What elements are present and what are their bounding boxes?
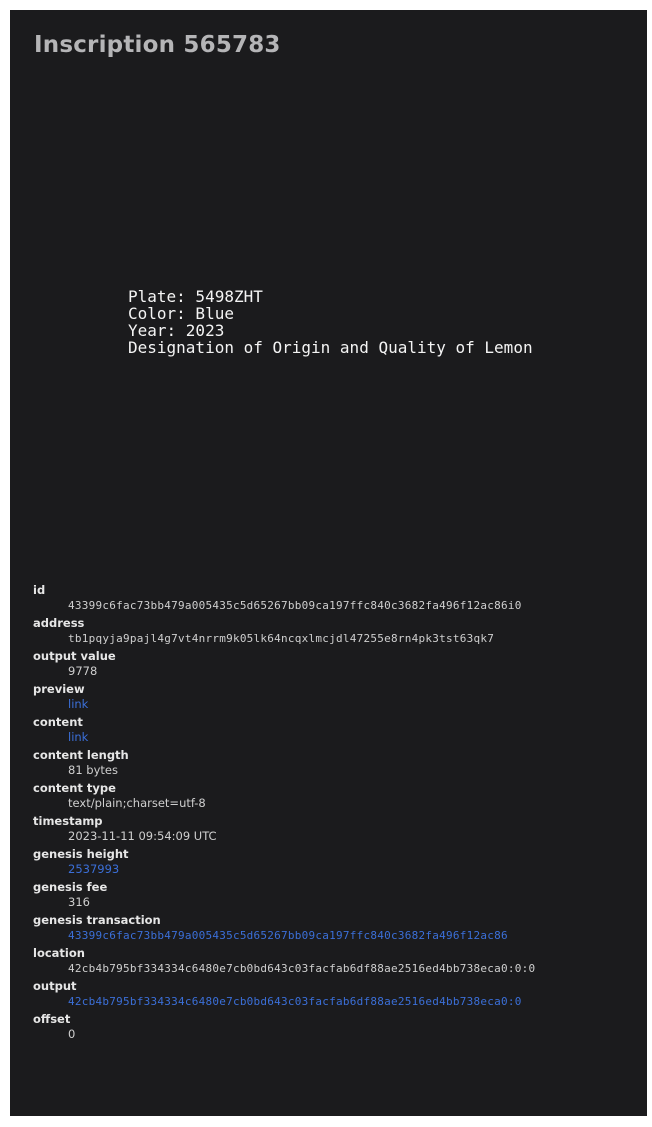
genesis-height-link[interactable]: 2537993 bbox=[68, 862, 119, 876]
genesis-height-label: genesis height bbox=[33, 847, 129, 861]
content-length-value: 81 bytes bbox=[68, 763, 118, 777]
output-value-label: output value bbox=[33, 649, 116, 663]
output-value-value: 9778 bbox=[68, 664, 98, 678]
address-label: address bbox=[33, 616, 85, 630]
id-label: id bbox=[33, 583, 46, 597]
inscription-page: Inscription 565783 Plate: 5498ZHT Color:… bbox=[10, 10, 647, 1116]
timestamp-value: 2023-11-11 09:54:09 UTC bbox=[68, 829, 217, 843]
offset-label: offset bbox=[33, 1012, 71, 1026]
inscription-preview: Plate: 5498ZHT Color: Blue Year: 2023 De… bbox=[128, 288, 533, 356]
content-type-value: text/plain;charset=utf-8 bbox=[68, 796, 206, 810]
preview-line-designation: Designation of Origin and Quality of Lem… bbox=[128, 338, 533, 357]
content-label: content bbox=[33, 715, 83, 729]
inscription-details: id 43399c6fac73bb479a005435c5d65267bb09c… bbox=[33, 583, 643, 1045]
genesis-fee-label: genesis fee bbox=[33, 880, 108, 894]
preview-line-plate: Plate: 5498ZHT bbox=[128, 287, 263, 306]
content-link[interactable]: link bbox=[68, 730, 88, 744]
location-label: location bbox=[33, 946, 85, 960]
preview-label: preview bbox=[33, 682, 85, 696]
page-title: Inscription 565783 bbox=[34, 32, 281, 58]
output-label: output bbox=[33, 979, 77, 993]
content-length-label: content length bbox=[33, 748, 129, 762]
id-value: 43399c6fac73bb479a005435c5d65267bb09ca19… bbox=[68, 599, 522, 612]
content-type-label: content type bbox=[33, 781, 116, 795]
address-value: tb1pqyja9pajl4g7vt4nrrm9k05lk64ncqxlmcjd… bbox=[68, 632, 495, 645]
offset-value: 0 bbox=[68, 1027, 76, 1041]
genesis-fee-value: 316 bbox=[68, 895, 90, 909]
genesis-transaction-label: genesis transaction bbox=[33, 913, 161, 927]
timestamp-label: timestamp bbox=[33, 814, 103, 828]
preview-link[interactable]: link bbox=[68, 697, 88, 711]
preview-line-color: Color: Blue bbox=[128, 304, 234, 323]
output-link[interactable]: 42cb4b795bf334334c6480e7cb0bd643c03facfa… bbox=[68, 995, 522, 1008]
genesis-transaction-link[interactable]: 43399c6fac73bb479a005435c5d65267bb09ca19… bbox=[68, 929, 508, 942]
preview-line-year: Year: 2023 bbox=[128, 321, 225, 340]
location-value: 42cb4b795bf334334c6480e7cb0bd643c03facfa… bbox=[68, 962, 536, 975]
